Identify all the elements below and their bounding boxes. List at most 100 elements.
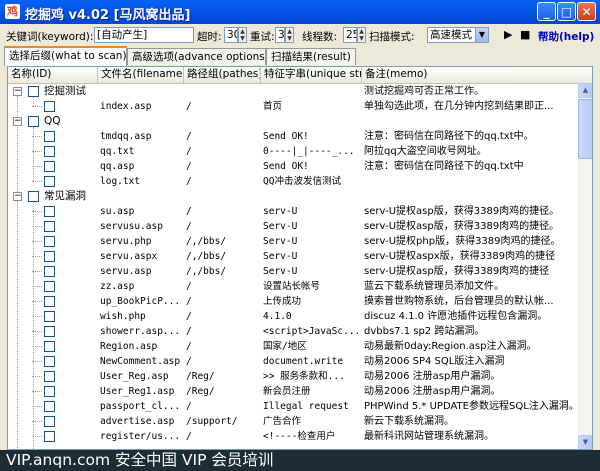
watermark-banner: VIP.anqn.com 安全中国 VIP 会员培训 [0,450,600,471]
row-checkbox[interactable] [44,206,55,217]
row-checkbox[interactable] [44,281,55,292]
scroll-thumb[interactable] [578,99,592,159]
table-row[interactable]: Region.asp / 国家/地区 动易最新0day:Region.asp注入漏洞。 [8,339,578,354]
play-icon[interactable]: ▶ [504,28,512,41]
table-row[interactable]: wish.php / 4.1.0 discuz 4.1.0 许愿池插件远程包含漏洞。 [8,309,578,324]
table-row[interactable]: index.asp / 首页 单独勾选此项，在几分钟内挖到结果即正... [8,99,578,114]
row-checkbox[interactable] [44,176,55,187]
collapse-icon[interactable]: − [13,192,22,201]
scan-list[interactable]: 名称(ID) 文件名(filename) 路径组(pathes) 特征字串(un… [7,66,593,450]
table-row[interactable]: qq.asp / Send OK! 注意：密码信在同路径下的qq.txt中 [8,159,578,174]
cell-unique: <!----检查用户 [263,431,336,442]
row-checkbox[interactable] [44,131,55,142]
cell-memo: serv-U提权asp版，获得3389肉鸡的捷径。 [364,206,560,217]
cell-memo: 新云下载系统漏洞。 [364,416,454,427]
cell-filename: showerr.asp... [100,326,181,337]
column-header-unique[interactable]: 特征字串(unique str) [261,67,362,83]
table-row[interactable]: servu.asp /,/bbs/Serv-U serv-U提权asp版，获得338… [8,264,578,279]
row-checkbox[interactable] [44,401,55,412]
table-row[interactable]: User_Reg.asp/Reg/ >> 服务条款和... 动易2006 注册asp… [8,369,578,384]
group-checkbox[interactable] [28,86,39,97]
row-checkbox[interactable] [44,311,55,322]
row-checkbox[interactable] [44,326,55,337]
chevron-down-icon[interactable]: ▼ [475,27,489,43]
group-checkbox[interactable] [28,116,39,127]
table-row[interactable]: NewComment.asp / document.write 动易2006 SP4 … [8,354,578,369]
cell-memo: 动易2006 注册asp用户漏洞。 [364,386,501,397]
help-link[interactable]: 帮助(help) [538,29,594,44]
column-header-memo[interactable]: 备注(memo) [362,67,592,83]
row-checkbox[interactable] [44,236,55,247]
scroll-up-icon[interactable]: ▲ [578,83,592,98]
row-checkbox[interactable] [44,386,55,397]
threads-spinner[interactable]: ▲ ▼ [357,27,366,43]
cell-unique: 0----|_|----_... [263,146,355,157]
row-checkbox[interactable] [44,371,55,382]
tree-group[interactable]: − 常见漏洞 [8,189,578,204]
table-row[interactable]: su.asp / serv-U serv-U提权asp版，获得3389肉鸡的捷径。 [8,204,578,219]
cell-filename: register/us... [100,431,181,442]
row-checkbox[interactable] [44,266,55,277]
cell-memo: serv-U提权aspx版，获得3389肉鸡的捷径 [364,251,556,262]
retry-spinner[interactable]: ▲ ▼ [285,27,294,43]
title-bar[interactable]: 鸡 挖掘鸡 v4.02 [马风窝出品] _ □ ✕ [0,0,600,24]
threads-input[interactable]: 25 [343,27,357,43]
collapse-icon[interactable]: − [13,87,22,96]
retry-label: 重试: [250,31,275,43]
table-row[interactable]: passport_cl... / Illegal request PHPWind 5.… [8,399,578,414]
tree-group[interactable]: − 挖掘测试 测试挖掘鸡可否正常工作。 [8,84,578,99]
tab-what-to-scan[interactable]: 选择后缀(what to scan) [4,46,127,66]
table-row[interactable]: zz.asp / 设置站长帐号 蓝云下载系统管理员添加文件。 [8,279,578,294]
row-checkbox[interactable] [44,356,55,367]
table-row[interactable]: servu.aspx /,/bbs/Serv-U serv-U提权aspx版，获得3… [8,249,578,264]
cell-memo: 蓝云下载系统管理员添加文件。 [364,281,504,292]
column-header-id[interactable]: 名称(ID) [8,67,98,83]
keyword-input[interactable]: [自动产生] [94,27,194,43]
row-checkbox[interactable] [44,101,55,112]
app-icon: 鸡 [5,4,20,19]
row-checkbox[interactable] [44,251,55,262]
close-button[interactable]: ✕ [577,2,596,21]
vertical-scrollbar[interactable]: ▲ ▼ [578,83,592,449]
table-row[interactable]: User_Reg1.asp/Reg/新会员注册 动易2006 注册asp用户漏洞。 [8,384,578,399]
timeout-input[interactable]: 30 [224,27,238,43]
timeout-spinner[interactable]: ▲ ▼ [238,27,247,43]
tree-group[interactable]: − QQ [8,114,578,129]
table-row[interactable]: tmdqq.asp / Send OK! 注意：密码信在同路径下的qq.txt中。 [8,129,578,144]
stop-icon[interactable]: ■ [520,28,530,41]
collapse-icon[interactable]: − [13,117,22,126]
column-header-filename[interactable]: 文件名(filename) [98,67,184,83]
table-row[interactable]: register/us... / <!----检查用户 最新科讯网站管理系统漏洞。 [8,429,578,444]
tab-advance-options[interactable]: 高级选项(advance options) [127,48,269,65]
table-row[interactable]: advertise.asp/support/广告合作 新云下载系统漏洞。 [8,414,578,429]
scroll-down-icon[interactable]: ▼ [578,435,592,449]
group-checkbox[interactable] [28,191,39,202]
column-header-pathes[interactable]: 路径组(pathes) [184,67,261,83]
tab-result[interactable]: 扫描结果(result) [266,48,356,65]
scanmode-label: 扫描模式: [369,31,415,43]
table-row[interactable]: servusu.asp / Serv-U serv-U提权asp版，获得3389肉鸡的… [8,219,578,234]
table-row[interactable]: up_BookPicP... / 上传成功 摸索普世购物系统，后台管理员的默认帐... [8,294,578,309]
row-checkbox[interactable] [44,296,55,307]
cell-path: / [186,161,192,172]
row-checkbox[interactable] [44,341,55,352]
table-row[interactable]: qq.txt / 0----|_|----_... 阿拉qq大盗空间收号网址。 [8,144,578,159]
minimize-button[interactable]: _ [537,2,556,21]
cell-unique: 国家/地区 [263,341,307,352]
table-row[interactable]: log.txt / QQ冲击波发信测试 [8,174,578,189]
toolbar: 关键词(keyword): [自动产生] 超时: 30 ▲▼ 重试: 3 ▲▼ … [0,26,600,46]
row-checkbox[interactable] [44,146,55,157]
table-row[interactable]: showerr.asp... / <script>JavaSc... dvbbs7.1… [8,324,578,339]
row-checkbox[interactable] [44,161,55,172]
cell-memo: 动易2006 注册asp用户漏洞。 [364,371,501,382]
row-checkbox[interactable] [44,431,55,442]
cell-filename: servu.php [100,236,152,247]
cell-filename: servu.asp [100,266,152,277]
window-title: 挖掘鸡 v4.02 [马风窝出品] [25,8,191,23]
retry-input[interactable]: 3 [275,27,285,43]
cell-memo: 动易最新0day:Region.asp注入漏洞。 [364,341,537,352]
maximize-button[interactable]: □ [557,2,576,21]
row-checkbox[interactable] [44,221,55,232]
table-row[interactable]: servu.php /,/bbs/Serv-U serv-U提权php版，获得338… [8,234,578,249]
row-checkbox[interactable] [44,416,55,427]
